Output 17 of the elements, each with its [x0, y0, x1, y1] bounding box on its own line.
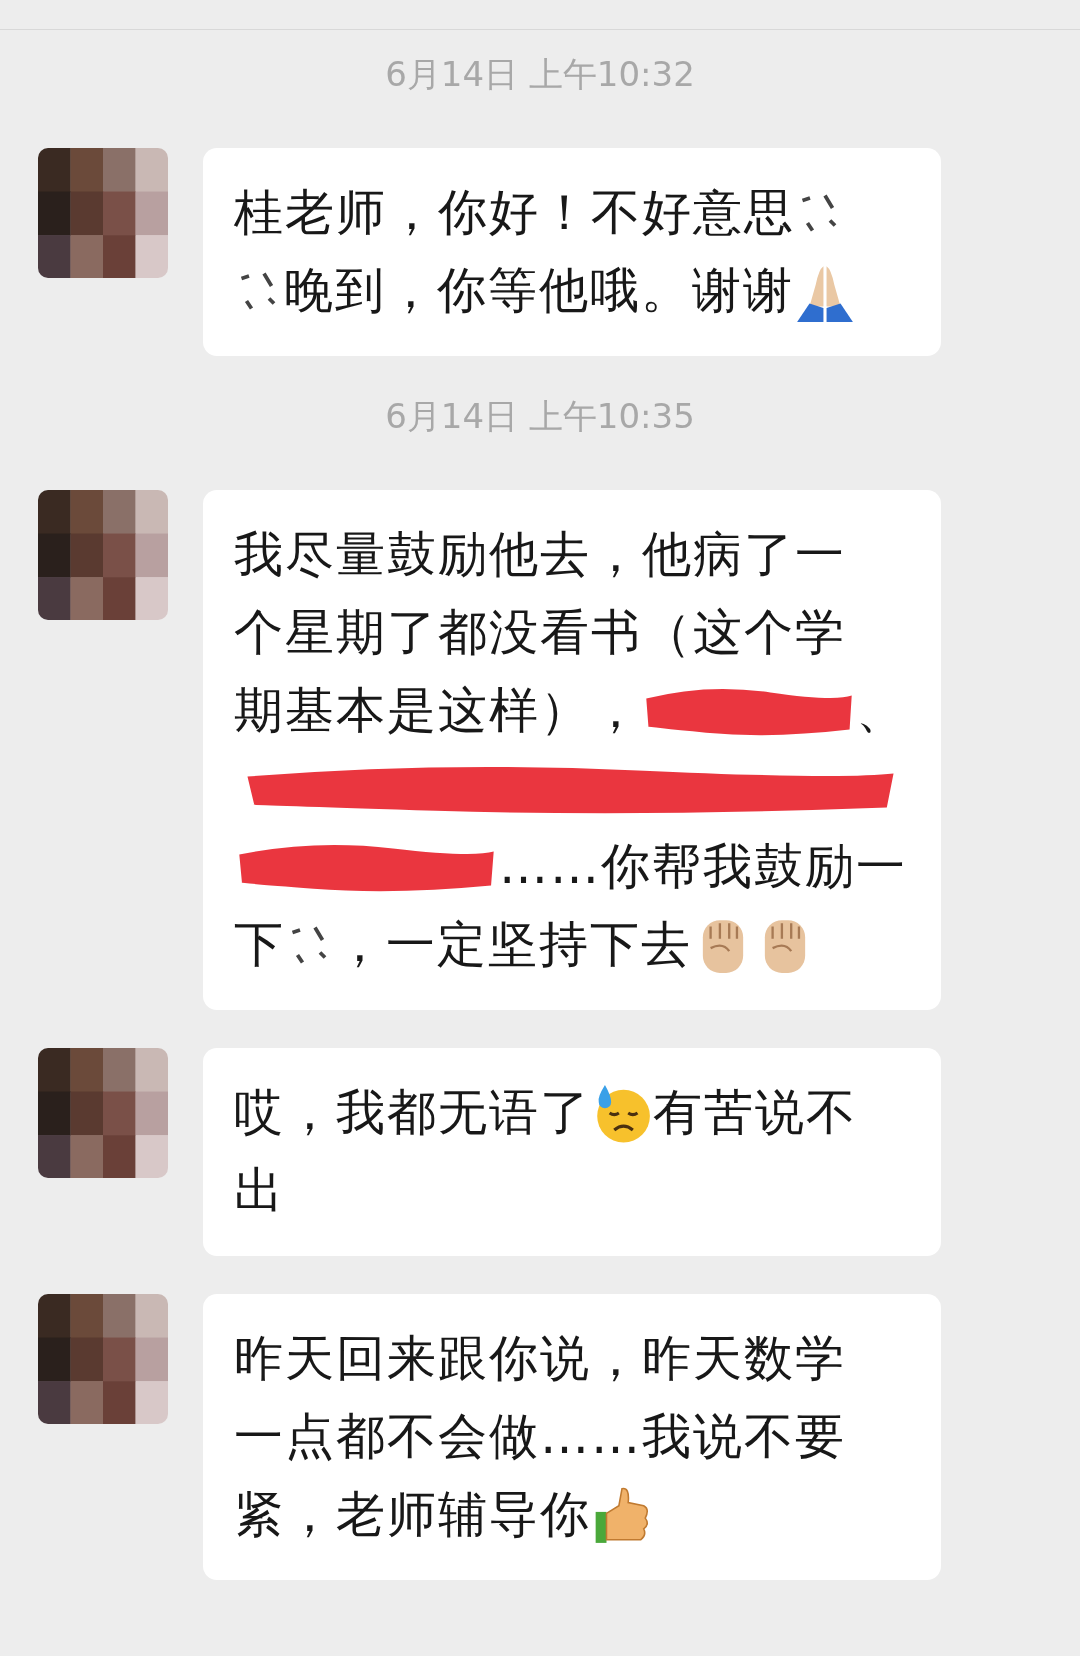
- message-text: 一点都不会做……我说不要: [234, 1407, 846, 1467]
- timestamp: 6月14日 上午10:35: [384, 395, 696, 438]
- message-text: 晚到，你等他哦。谢谢: [284, 261, 794, 321]
- timestamp: 6月14日 上午10:32: [384, 53, 696, 96]
- message-text: 桂老师，你好！不好意思: [234, 183, 795, 243]
- message-text: 出: [234, 1161, 285, 1221]
- message-text: ……你帮我鼓励一: [499, 837, 907, 897]
- message-text: 期基本是这样），: [234, 681, 642, 741]
- message-text: ，一定坚持下去: [335, 915, 692, 975]
- message-text: 昨天回来跟你说，昨天数学: [234, 1329, 846, 1389]
- message-text: 有苦说不: [653, 1083, 857, 1143]
- message-text: 下: [234, 915, 285, 975]
- message-text: 哎，我都无语了: [234, 1083, 591, 1143]
- message-text: 个星期了都没看书（这个学: [234, 603, 846, 663]
- message-text: 我尽量鼓励他去，他病了一: [234, 525, 846, 585]
- message-text: 紧，老师辅导你: [234, 1485, 591, 1545]
- message-text: 、: [856, 681, 907, 741]
